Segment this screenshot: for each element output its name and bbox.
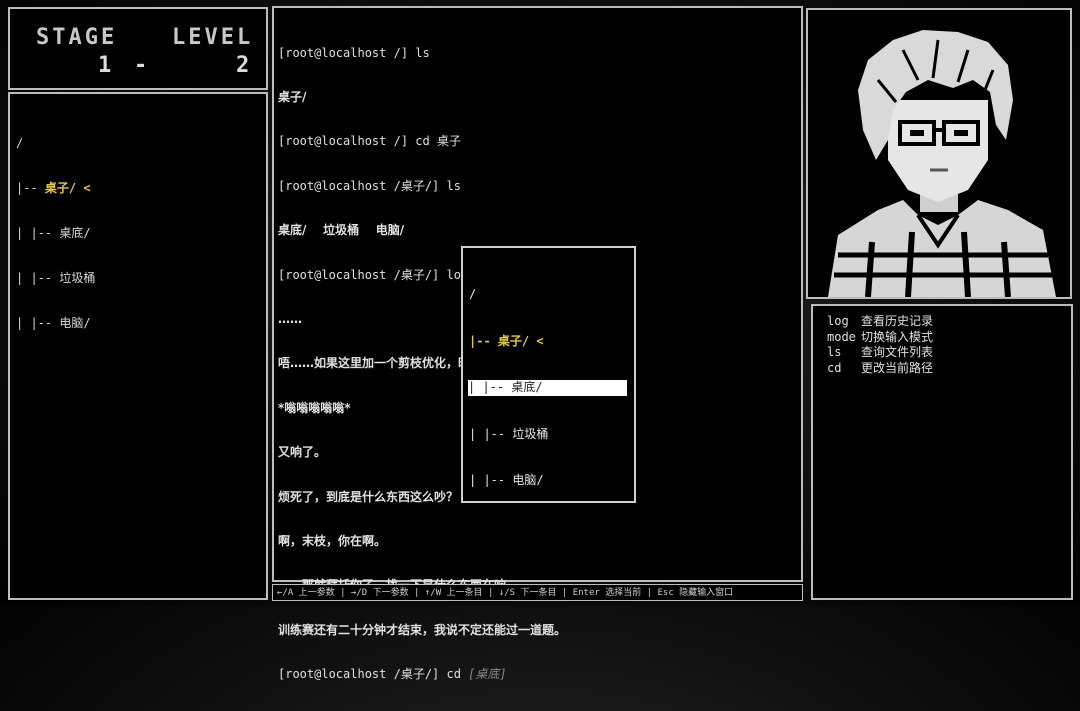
command-row-cd: cd 更改当前路径	[827, 361, 933, 377]
command-desc: 更改当前路径	[861, 360, 934, 375]
tree-item-under-desk[interactable]: | |-- 桌底/	[16, 226, 95, 241]
level-value: 2	[236, 53, 250, 78]
popup-item-computer[interactable]: | |-- 电脑/	[469, 473, 627, 489]
command-desc: 查询文件列表	[861, 345, 934, 360]
command-desc: 切换输入模式	[861, 329, 934, 344]
terminal-line: 啊，末枝，你在啊。	[278, 533, 387, 548]
path-picker-list: / |-- 桌子/ < | |-- 桌底/ | |-- 垃圾桶 | |-- 电脑…	[468, 256, 627, 520]
key-hints-text: ←/A 上一参数 | →/D 下一参数 | ↑/W 上一条目 | ↓/S 下一条…	[277, 588, 734, 598]
stage-level-panel: STAGE LEVEL 1 - 2	[8, 7, 268, 90]
tree-item-label: 垃圾桶	[59, 271, 96, 285]
command-list: log 查看历史记录 mode 切换输入模式 ls 查询文件列表 cd 更改当前路径	[827, 314, 933, 376]
tree-item-label: 桌子/ <	[44, 181, 91, 195]
command-desc: 查看历史记录	[861, 314, 934, 328]
tree-item-label: 电脑/	[59, 316, 91, 330]
command-row-log: log 查看历史记录	[827, 314, 933, 330]
terminal-line: 桌子/	[278, 89, 307, 104]
pixel-character-portrait	[808, 10, 1070, 297]
path-picker-popup: / |-- 桌子/ < | |-- 桌底/ | |-- 垃圾桶 | |-- 电脑…	[461, 246, 636, 503]
tree-item-desk[interactable]: |-- 桌子/ <	[16, 181, 95, 196]
command-key: cd	[827, 360, 842, 375]
stage-value: 1	[98, 53, 112, 78]
stage-dash: -	[134, 53, 148, 78]
command-reference-panel: log 查看历史记录 mode 切换输入模式 ls 查询文件列表 cd 更改当前路径	[811, 304, 1073, 600]
level-label: LEVEL	[172, 25, 254, 50]
command-key: log	[827, 314, 849, 328]
terminal-prompt: [root@localhost /桌子/] cd	[278, 667, 469, 682]
tree-root: /	[16, 136, 24, 150]
stage-label: STAGE	[36, 25, 118, 50]
terminal-line: 训练赛还有二十分钟才结束，我说不定还能过一道题。	[278, 622, 567, 637]
tree-item-computer[interactable]: | |-- 电脑/	[16, 316, 95, 331]
command-row-mode: mode 切换输入模式	[827, 330, 933, 346]
popup-root: /	[469, 287, 477, 301]
command-key: ls	[827, 345, 842, 360]
command-row-ls: ls 查询文件列表	[827, 345, 933, 361]
command-key: mode	[827, 329, 856, 344]
key-hints-bar: ←/A 上一参数 | →/D 下一参数 | ↑/W 上一条目 | ↓/S 下一条…	[272, 584, 803, 601]
terminal-line: 桌底/ 垃圾桶 电脑/	[278, 223, 405, 238]
tree-item-label: 桌底/	[59, 226, 91, 240]
tree-item-trash[interactable]: | |-- 垃圾桶	[16, 271, 95, 286]
terminal-line: [root@localhost /] cd 桌子	[278, 134, 461, 149]
terminal-line: [root@localhost /] ls	[278, 45, 430, 60]
popup-item-desk[interactable]: |-- 桌子/ <	[469, 334, 627, 350]
file-tree-panel: / |-- 桌子/ < | |-- 桌底/ | |-- 垃圾桶 | |-- 电脑…	[8, 92, 268, 600]
popup-item-under-desk-selected[interactable]: | |-- 桌底/	[468, 380, 627, 396]
tree-prefix: | |--	[16, 226, 60, 240]
popup-item-trash[interactable]: | |-- 垃圾桶	[469, 427, 627, 443]
terminal-input-line[interactable]: [root@localhost /桌子/] cd [桌底]	[278, 667, 614, 682]
autocomplete-suggestion: [桌底]	[468, 667, 507, 682]
tree-prefix: | |--	[16, 271, 60, 285]
file-tree: / |-- 桌子/ < | |-- 桌底/ | |-- 垃圾桶 | |-- 电脑…	[16, 106, 95, 361]
terminal-line: [root@localhost /桌子/] ls	[278, 178, 461, 193]
character-portrait-panel	[806, 8, 1072, 299]
tree-prefix: | |--	[16, 316, 60, 330]
tree-prefix: |--	[16, 181, 45, 195]
